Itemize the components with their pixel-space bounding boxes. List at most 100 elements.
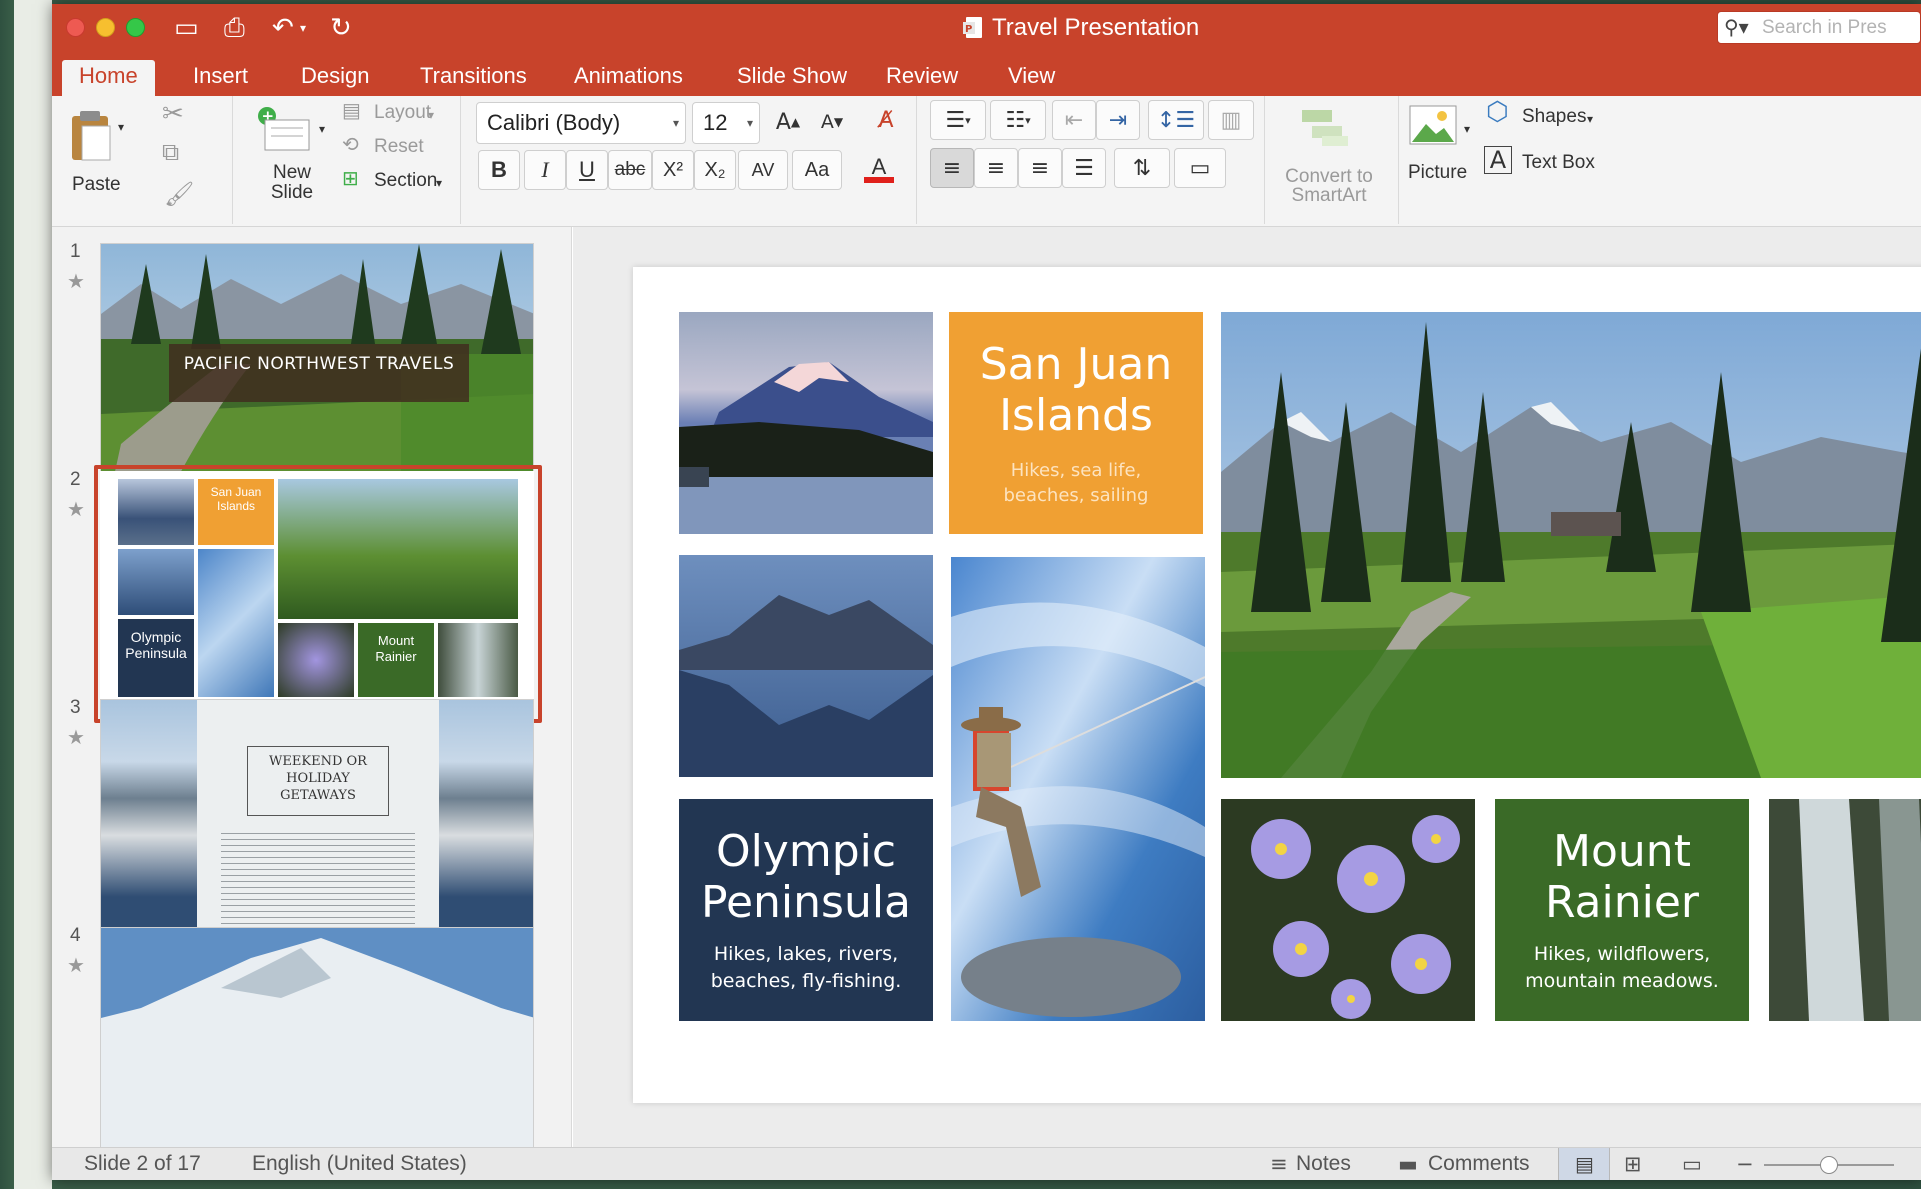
waterfall-image[interactable] — [1769, 799, 1921, 1021]
mountain-sunset-image[interactable] — [679, 312, 933, 534]
slide-sorter-icon[interactable]: ⊞ — [1624, 1152, 1642, 1176]
shapes-button[interactable]: Shapes — [1522, 106, 1586, 128]
subscript-button[interactable]: X₂ — [694, 150, 736, 190]
close-window-button[interactable] — [66, 18, 85, 37]
section-button[interactable]: Section — [374, 170, 437, 192]
mountain-lake-image[interactable] — [679, 555, 933, 777]
numbering-button[interactable]: ☷ ▾ — [990, 100, 1046, 140]
convert-smartart-label-line2[interactable]: SmartArt — [1274, 185, 1384, 207]
minimize-window-button[interactable] — [96, 18, 115, 37]
align-center-button[interactable]: ≡ — [974, 148, 1018, 188]
zoom-slider-thumb[interactable] — [1820, 1156, 1838, 1174]
align-left-button[interactable]: ≡ — [930, 148, 974, 188]
new-slide-label-line1[interactable]: New — [270, 162, 314, 184]
notes-button[interactable]: Notes — [1296, 1152, 1351, 1176]
line-spacing-button[interactable]: ↕☰ — [1148, 100, 1204, 140]
undo-icon[interactable]: ↶ — [272, 12, 294, 44]
decrease-indent-icon[interactable]: ⇤ — [1052, 100, 1096, 140]
current-slide[interactable]: San Juan Islands Hikes, sea life, beache… — [633, 267, 1921, 1103]
maximize-window-button[interactable] — [126, 18, 145, 37]
redo-icon[interactable]: ↻ — [330, 12, 352, 44]
tab-home[interactable]: Home — [62, 60, 155, 96]
sidebar-toggle-icon[interactable]: ▭ — [174, 12, 199, 44]
underline-button[interactable]: U — [566, 150, 608, 190]
comments-icon[interactable]: ▬ — [1398, 1152, 1418, 1176]
new-slide-icon[interactable]: + — [257, 106, 313, 152]
thumb-tile-olympic: Olympic Peninsula — [118, 619, 194, 697]
slide-thumbnails-pane[interactable]: 1 ★ PACIFIC NORTHWEST TRAVELS 2 ★ San Ju… — [52, 227, 572, 1147]
align-text-icon[interactable]: ▭ — [1174, 148, 1226, 188]
tab-design[interactable]: Design — [284, 60, 386, 96]
tab-transitions[interactable]: Transitions — [403, 60, 544, 96]
format-painter-icon[interactable]: 🖌 — [164, 183, 194, 207]
change-case-button[interactable]: Aa — [792, 150, 842, 190]
increase-indent-icon[interactable]: ⇥ — [1096, 100, 1140, 140]
clear-formatting-icon[interactable]: A̸ — [864, 100, 908, 140]
grow-font-button[interactable]: A ▲ — [768, 102, 808, 142]
new-slide-dropdown-icon[interactable]: ▾ — [319, 118, 325, 140]
text-box-button[interactable]: Text Box — [1522, 152, 1595, 174]
cut-icon[interactable]: ✂ — [162, 100, 184, 126]
presenter-view-icon[interactable]: ▭ — [1682, 1152, 1702, 1176]
align-right-button[interactable]: ≡ — [1018, 148, 1062, 188]
paste-label[interactable]: Paste — [72, 174, 121, 196]
new-slide-label-line2[interactable]: Slide — [269, 182, 315, 204]
reset-icon[interactable]: ⟲ — [342, 134, 359, 156]
tab-animations[interactable]: Animations — [557, 60, 700, 96]
tab-slide-show[interactable]: Slide Show — [720, 60, 864, 96]
wildflowers-image[interactable] — [1221, 799, 1475, 1021]
picture-label[interactable]: Picture — [1408, 162, 1467, 184]
reset-button[interactable]: Reset — [374, 136, 424, 158]
text-box-icon[interactable]: A — [1484, 146, 1512, 174]
bold-button[interactable]: B — [478, 150, 520, 190]
zoom-out-icon[interactable]: − — [1736, 1152, 1754, 1176]
font-name-select[interactable]: Calibri (Body) ▾ — [476, 102, 686, 144]
shapes-dropdown-icon[interactable]: ▾ — [1587, 108, 1593, 130]
olympic-peninsula-tile[interactable]: Olympic Peninsula Hikes, lakes, rivers, … — [679, 799, 933, 1021]
tab-view[interactable]: View — [991, 60, 1072, 96]
thumbnail-slide-1[interactable]: PACIFIC NORTHWEST TRAVELS — [100, 243, 534, 489]
mount-rainier-meadow-image[interactable] — [1221, 312, 1921, 778]
layout-icon[interactable]: ▤ — [342, 100, 361, 122]
font-color-button[interactable]: A — [852, 150, 906, 190]
layout-dropdown-icon[interactable]: ▾ — [428, 104, 434, 126]
section-dropdown-icon[interactable]: ▾ — [436, 172, 442, 194]
comments-button[interactable]: Comments — [1428, 1152, 1530, 1176]
san-juan-islands-tile[interactable]: San Juan Islands Hikes, sea life, beache… — [949, 312, 1203, 534]
tab-insert[interactable]: Insert — [176, 60, 265, 96]
thumbnail-slide-4[interactable] — [100, 927, 534, 1147]
paste-dropdown-icon[interactable]: ▾ — [118, 116, 124, 138]
save-icon[interactable]: ⎙ — [224, 12, 245, 44]
section-icon[interactable]: ⊞ — [342, 168, 359, 190]
font-size-select[interactable]: 12 ▾ — [692, 102, 760, 144]
columns-icon[interactable]: ▥ — [1208, 100, 1254, 140]
slide-editor[interactable]: San Juan Islands Hikes, sea life, beache… — [573, 227, 1921, 1147]
mount-rainier-tile[interactable]: Mount Rainier Hikes, wildflowers, mounta… — [1495, 799, 1749, 1021]
search-input[interactable]: ⚲▾ Search in Pres — [1717, 11, 1921, 44]
copy-icon[interactable]: ⧉ — [162, 141, 179, 165]
thumbnail-slide-2[interactable]: San Juan Islands Olympic Peninsula Mount… — [100, 471, 534, 717]
picture-icon[interactable] — [1408, 104, 1460, 150]
layout-button[interactable]: Layout — [374, 102, 431, 124]
normal-view-button[interactable]: ▤ — [1558, 1148, 1610, 1180]
align-center-icon: ≡ — [986, 155, 1006, 181]
notes-icon[interactable]: ≡ — [1270, 1152, 1288, 1176]
tab-review[interactable]: Review — [869, 60, 975, 96]
justify-button[interactable]: ☰ — [1062, 148, 1106, 188]
paste-icon[interactable] — [68, 108, 116, 164]
olympic-title: Olympic Peninsula — [679, 826, 933, 928]
bullets-button[interactable]: ☰ ▾ — [930, 100, 986, 140]
language-indicator[interactable]: English (United States) — [252, 1152, 467, 1176]
shrink-font-button[interactable]: A ▼ — [812, 102, 852, 142]
text-direction-icon[interactable]: ⇅ — [1114, 148, 1170, 188]
picture-dropdown-icon[interactable]: ▾ — [1464, 118, 1470, 140]
superscript-button[interactable]: X² — [652, 150, 694, 190]
thumbnail-slide-3[interactable]: WEEKEND OR HOLIDAY GETAWAYS — [100, 699, 534, 945]
italic-button[interactable]: I — [524, 150, 566, 190]
fly-fishing-image[interactable] — [951, 557, 1205, 1021]
smartart-icon[interactable] — [1298, 106, 1354, 150]
shapes-icon[interactable]: ⬡ — [1486, 98, 1509, 124]
strikethrough-button[interactable]: abc — [608, 150, 652, 190]
character-spacing-button[interactable]: AV — [738, 150, 788, 190]
undo-dropdown-icon[interactable]: ▾ — [300, 12, 306, 44]
